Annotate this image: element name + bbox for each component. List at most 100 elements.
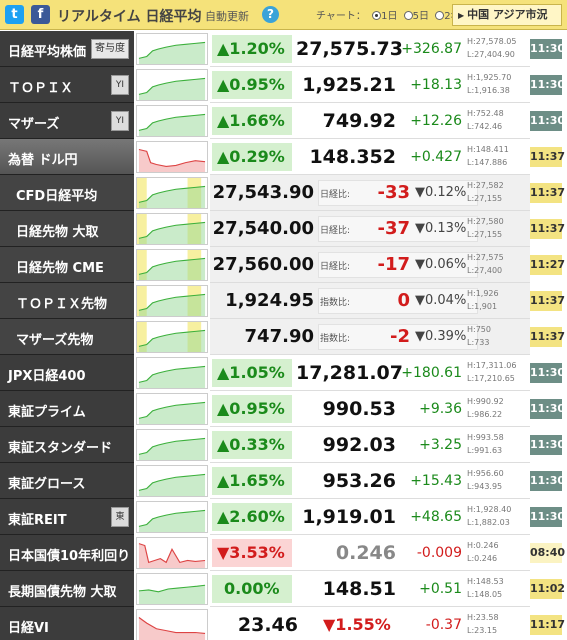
row-name[interactable]: 日経先物 CME bbox=[16, 257, 104, 276]
row-name-cell[interactable]: 日本国債10年利回り bbox=[0, 535, 134, 571]
pct-change: ▲1.05% bbox=[212, 359, 292, 387]
sparkline-chart[interactable] bbox=[136, 321, 208, 353]
row-name[interactable]: JPX日経400 bbox=[8, 365, 86, 384]
sparkline-chart[interactable] bbox=[136, 69, 208, 101]
price-value: 27,575.73 bbox=[296, 38, 403, 60]
row-name-cell[interactable]: 東証グロース bbox=[0, 463, 134, 499]
radio-5day[interactable] bbox=[403, 11, 413, 20]
high-low: H:993.58 L:991.63 bbox=[467, 431, 525, 457]
sparkline-chart[interactable] bbox=[136, 357, 208, 389]
high-value: H:993.58 bbox=[467, 433, 504, 442]
high-value: H:956.60 bbox=[467, 469, 504, 478]
row-name-cell[interactable]: 東証プライム bbox=[0, 391, 134, 427]
update-time: 11:30 bbox=[530, 39, 565, 59]
pct-change: ▲1.65% bbox=[212, 467, 292, 495]
market-row: 為替 ドル円 ▲0.29% 148.352 +0.427 H:148.411 L:147.… bbox=[0, 139, 567, 175]
row-name-cell[interactable]: 長期国債先物 大取 bbox=[0, 571, 134, 607]
sparkline-chart[interactable] bbox=[136, 573, 208, 605]
sparkline-chart[interactable] bbox=[136, 33, 208, 65]
row-tag-button[interactable]: YI bbox=[111, 111, 129, 131]
row-name-cell[interactable]: 為替 ドル円 bbox=[0, 139, 134, 175]
row-name[interactable]: 東証プライム bbox=[8, 401, 86, 420]
asia-market-button[interactable]: ▶ 中国 アジア市況 bbox=[452, 4, 562, 26]
update-time: 11:30 bbox=[530, 399, 565, 419]
row-name-cell[interactable]: ＴＯＰＩＸ先物 bbox=[0, 283, 134, 319]
sparkline-chart[interactable] bbox=[136, 609, 208, 640]
row-name-cell[interactable]: マザーズ先物 bbox=[0, 319, 134, 355]
row-tag-button[interactable]: YI bbox=[111, 75, 129, 95]
row-name[interactable]: 為替 ドル円 bbox=[8, 149, 78, 168]
row-name[interactable]: ＴＯＰＩＸ先物 bbox=[16, 293, 107, 312]
row-name[interactable]: 東証スタンダード bbox=[8, 437, 112, 456]
row-name[interactable]: 東証REIT bbox=[8, 509, 67, 528]
row-name[interactable]: 日経先物 大取 bbox=[16, 221, 99, 240]
chart-range-label: チャート： bbox=[316, 11, 366, 22]
price-value: 1,924.95 bbox=[225, 290, 314, 311]
pct-change: ▼0.12% bbox=[415, 185, 467, 200]
low-value: L:1,901 bbox=[467, 302, 498, 311]
abs-change: +15.43 bbox=[410, 473, 462, 489]
help-icon[interactable]: ? bbox=[262, 6, 279, 23]
high-value: H:17,311.06 bbox=[467, 361, 517, 370]
sparkline-chart[interactable] bbox=[136, 393, 208, 425]
sparkline-chart[interactable] bbox=[136, 429, 208, 461]
price-value: 27,543.90 bbox=[212, 182, 314, 203]
row-name-cell[interactable]: 日経VI bbox=[0, 607, 134, 640]
abs-change: +9.36 bbox=[419, 401, 462, 417]
row-name[interactable]: 東証グロース bbox=[8, 473, 85, 492]
row-name[interactable]: 日経VI bbox=[8, 617, 49, 636]
twitter-icon[interactable]: t bbox=[5, 5, 24, 24]
pct-change: ▼1.55% bbox=[318, 611, 398, 639]
row-tag-button[interactable]: 東 bbox=[111, 507, 129, 527]
low-value: L:147.886 bbox=[467, 158, 508, 167]
radio-2year[interactable] bbox=[435, 11, 445, 20]
row-name[interactable]: 日経平均株価 bbox=[8, 41, 86, 60]
high-low: H:990.92 L:986.22 bbox=[467, 395, 525, 421]
radio-5day-label[interactable]: 5日 bbox=[413, 11, 429, 22]
row-name[interactable]: マザーズ bbox=[8, 113, 59, 132]
row-name-cell[interactable]: JPX日経400 bbox=[0, 355, 134, 391]
sparkline-chart[interactable] bbox=[136, 177, 208, 209]
row-name[interactable]: 長期国債先物 大取 bbox=[8, 581, 117, 600]
high-low: H:27,580 L:27,155 bbox=[467, 215, 525, 241]
row-tag-button[interactable]: 寄与度 bbox=[91, 39, 129, 59]
low-value: L:733 bbox=[467, 338, 490, 347]
high-value: H:752.48 bbox=[467, 109, 504, 118]
sparkline-chart[interactable] bbox=[136, 285, 208, 317]
abs-change: +0.427 bbox=[410, 149, 462, 165]
low-value: L:27,404.90 bbox=[467, 50, 515, 59]
row-name[interactable]: マザーズ先物 bbox=[16, 329, 93, 348]
row-name-cell[interactable]: 東証スタンダード bbox=[0, 427, 134, 463]
sparkline-chart[interactable] bbox=[136, 501, 208, 533]
price-value: 749.92 bbox=[322, 110, 396, 132]
sparkline-chart[interactable] bbox=[136, 213, 208, 245]
market-row: マザーズ先物 747.90 指数比: -2 ▼0.39% H:750 L:733 11:37 bbox=[0, 319, 567, 355]
row-name-cell[interactable]: マザーズ YI bbox=[0, 103, 134, 139]
high-value: H:148.411 bbox=[467, 145, 509, 154]
sparkline-chart[interactable] bbox=[136, 141, 208, 173]
radio-1day-label[interactable]: 1日 bbox=[381, 11, 397, 22]
abs-change: -0.009 bbox=[416, 545, 462, 561]
row-name-cell[interactable]: 日経平均株価 寄与度 bbox=[0, 31, 134, 67]
row-name[interactable]: CFD日経平均 bbox=[16, 185, 97, 204]
update-time: 11:30 bbox=[530, 111, 565, 131]
sparkline-chart[interactable] bbox=[136, 537, 208, 569]
update-time: 11:30 bbox=[530, 471, 565, 491]
price-value: 23.46 bbox=[237, 614, 298, 636]
row-name-cell[interactable]: 日経先物 大取 bbox=[0, 211, 134, 247]
row-name-cell[interactable]: ＴＯＰＩＸ YI bbox=[0, 67, 134, 103]
row-name-cell[interactable]: 日経先物 CME bbox=[0, 247, 134, 283]
sparkline-chart[interactable] bbox=[136, 465, 208, 497]
row-name-cell[interactable]: 東証REIT 東 bbox=[0, 499, 134, 535]
update-time: 11:37 bbox=[530, 147, 565, 167]
high-low: H:17,311.06 L:17,210.65 bbox=[467, 359, 525, 385]
radio-1day[interactable] bbox=[372, 11, 382, 20]
row-name[interactable]: ＴＯＰＩＸ bbox=[8, 77, 73, 96]
high-low: H:0.246 L:0.246 bbox=[467, 539, 525, 565]
row-name[interactable]: 日本国債10年利回り bbox=[8, 545, 130, 564]
sparkline-chart[interactable] bbox=[136, 249, 208, 281]
sparkline-chart[interactable] bbox=[136, 105, 208, 137]
facebook-icon[interactable]: f bbox=[31, 5, 50, 24]
row-name-cell[interactable]: CFD日経平均 bbox=[0, 175, 134, 211]
market-row: ＴＯＰＩＸ先物 1,924.95 指数比: 0 ▼0.04% H:1,926 L:1,901… bbox=[0, 283, 567, 319]
